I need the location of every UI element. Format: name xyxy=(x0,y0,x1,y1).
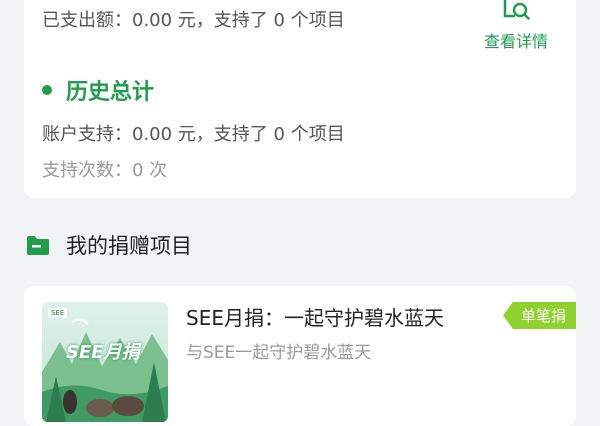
my-projects-title: 我的捐赠项目 xyxy=(66,234,192,258)
thumbnail-title: SEE月捐 xyxy=(66,342,140,363)
support-times-text: 支持次数：0 次 xyxy=(42,160,168,181)
history-total-title: 历史总计 xyxy=(66,80,155,105)
search-document-icon xyxy=(503,0,530,20)
project-subtitle: 与SEE一起守护碧水蓝天 xyxy=(186,343,372,363)
donation-summary-card: 已支出额：0.00 元，支持了 0 个项目 查看详情 历史总计 账户支持：0.0… xyxy=(24,0,576,198)
my-projects-header: 我的捐赠项目 xyxy=(26,230,192,260)
folder-icon xyxy=(27,236,49,255)
project-thumbnail: SEE SEE月捐 xyxy=(42,302,168,422)
account-support-text: 账户支持：0.00 元，支持了 0 个项目 xyxy=(42,124,345,145)
view-details-label: 查看详情 xyxy=(483,32,548,51)
spent-amount-text: 已支出额：0.00 元，支持了 0 个项目 xyxy=(42,10,345,31)
view-details-button[interactable]: 查看详情 xyxy=(476,0,556,52)
single-donation-badge: 单笔捐 xyxy=(502,302,576,329)
project-title[interactable]: SEE月捐：一起守护碧水蓝天 xyxy=(186,302,444,331)
project-card[interactable]: SEE SEE月捐 SEE月捐：一起守护碧水蓝天 与SEE一起守护碧水蓝天 单笔… xyxy=(24,286,576,426)
history-total-heading: 历史总计 xyxy=(42,74,154,106)
see-logo: SEE xyxy=(48,308,68,318)
green-dot-icon xyxy=(42,85,52,95)
